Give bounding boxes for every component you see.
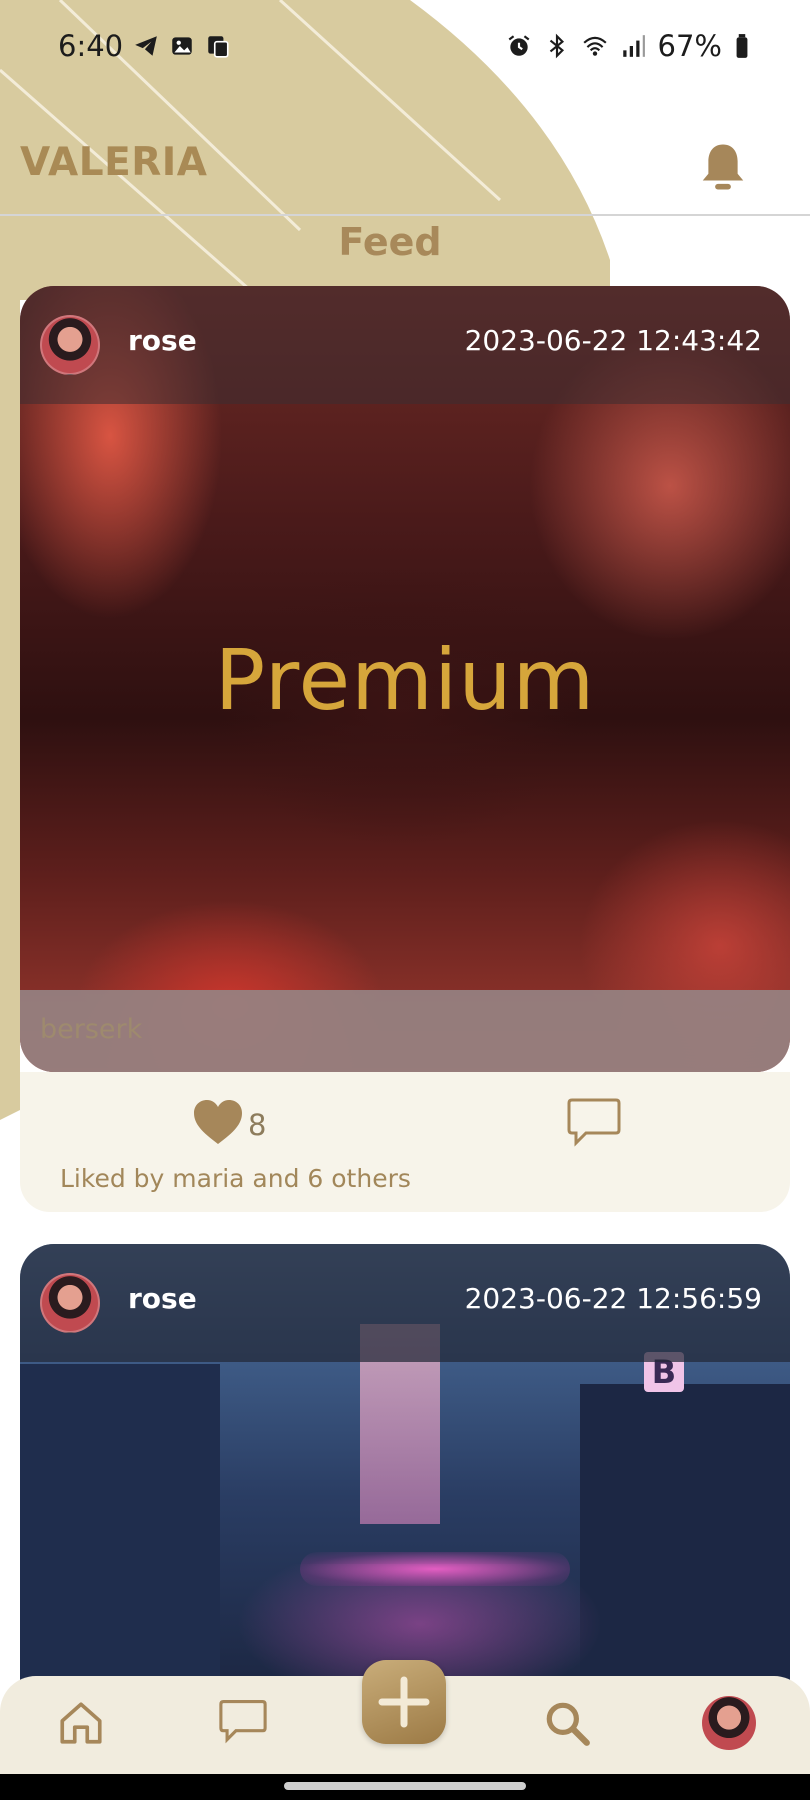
alarm-icon [506, 33, 532, 59]
post-username[interactable]: rose [128, 324, 197, 357]
comment-button[interactable] [566, 1096, 622, 1148]
post-caption-bar: berserk [20, 990, 790, 1072]
comment-icon [567, 1098, 621, 1147]
post-timestamp: 2023-06-22 12:43:42 [464, 324, 762, 357]
status-bar: 6:40 67% [0, 0, 810, 92]
feed-title: Feed [338, 220, 442, 264]
search-icon[interactable] [542, 1698, 592, 1748]
neon-sign [300, 1552, 570, 1586]
chat-icon[interactable] [218, 1698, 268, 1748]
system-gesture-bar [0, 1774, 810, 1800]
heart-icon [194, 1100, 242, 1144]
wifi-icon [582, 33, 608, 59]
gallery-icon [169, 33, 195, 59]
app-header: VALERIA [0, 92, 810, 216]
post-header: rose 2023-06-22 12:56:59 [20, 1244, 790, 1362]
liked-by-text[interactable]: Liked by maria and 6 others [60, 1164, 411, 1193]
status-left: 6:40 [58, 29, 231, 63]
post-media[interactable]: rose 2023-06-22 12:43:42 Premium berserk [20, 286, 790, 1072]
telegram-icon [133, 33, 159, 59]
like-button[interactable]: 8 [192, 1098, 266, 1146]
battery-icon [734, 33, 750, 59]
notification-app-icon [205, 33, 231, 59]
bluetooth-icon [544, 33, 570, 59]
home-icon[interactable] [56, 1698, 106, 1748]
post-media[interactable]: B rose 2023-06-22 12:56:59 [20, 1244, 790, 1704]
bell-icon[interactable] [696, 140, 750, 194]
post-timestamp: 2023-06-22 12:56:59 [464, 1282, 762, 1315]
add-icon [378, 1676, 430, 1728]
post-caption: berserk [40, 1014, 143, 1045]
signal-icon [620, 33, 646, 59]
user-avatar[interactable] [40, 315, 100, 375]
profile-avatar[interactable] [702, 1696, 756, 1750]
battery-percent: 67% [657, 29, 722, 63]
post-card: B rose 2023-06-22 12:56:59 [20, 1244, 790, 1704]
post-card: rose 2023-06-22 12:43:42 Premium berserk… [20, 286, 790, 1212]
post-header: rose 2023-06-22 12:43:42 [20, 286, 790, 404]
status-time: 6:40 [58, 29, 124, 63]
app-title: VALERIA [20, 140, 208, 185]
status-right: 67% [506, 29, 750, 63]
home-indicator[interactable] [284, 1782, 526, 1790]
premium-label: Premium [214, 631, 596, 729]
add-post-button[interactable] [362, 1660, 446, 1744]
post-username[interactable]: rose [128, 1282, 197, 1315]
like-count: 8 [248, 1108, 267, 1142]
user-avatar[interactable] [40, 1273, 100, 1333]
header-divider [0, 214, 810, 216]
post-footer: 8 Liked by maria and 6 others [20, 1072, 790, 1212]
